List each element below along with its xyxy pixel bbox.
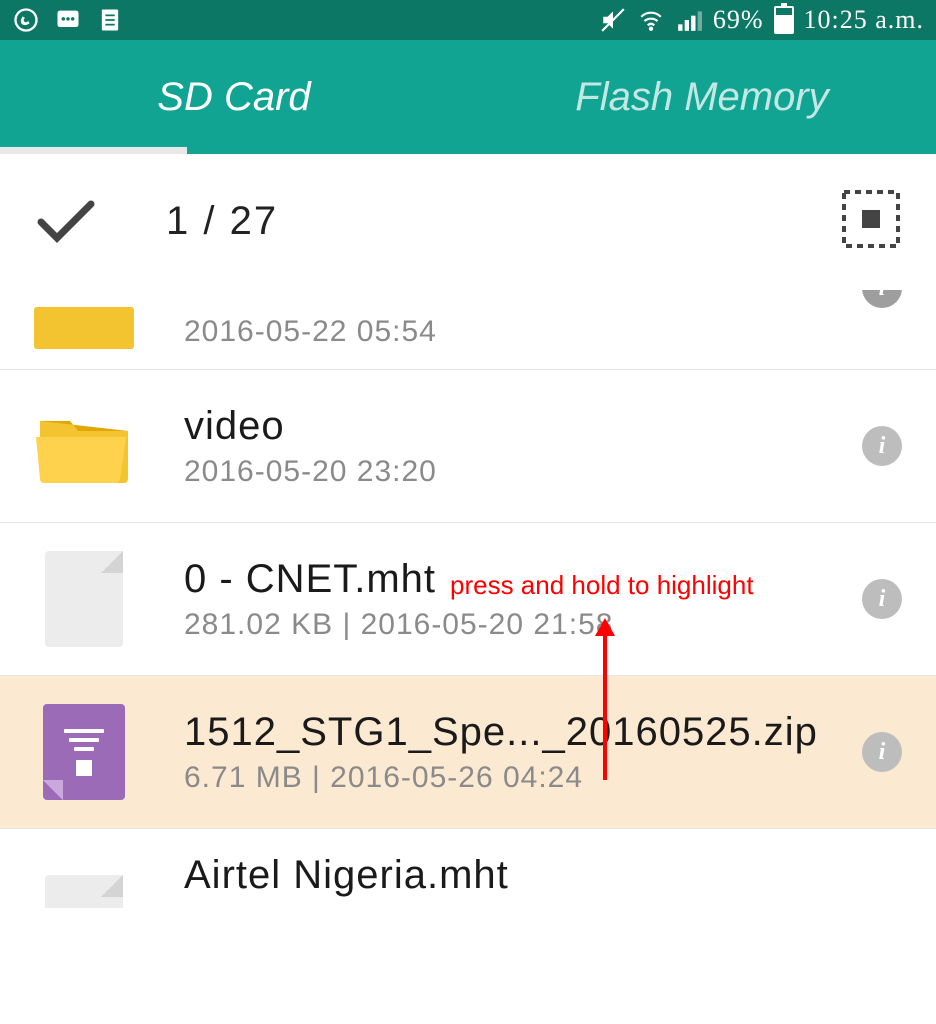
list-item[interactable]: Airtel Nigeria.mht	[0, 828, 936, 908]
whatsapp-icon	[12, 6, 40, 34]
list-item[interactable]: video 2016-05-20 23:20 i	[0, 369, 936, 522]
selection-count: 1 / 27	[166, 199, 278, 244]
document-icon	[34, 549, 134, 649]
file-name: Airtel Nigeria.mht	[184, 853, 902, 898]
battery-icon	[774, 6, 794, 34]
status-time: 10:25 a.m.	[804, 5, 925, 35]
storage-tabs: SD Card Flash Memory	[0, 40, 936, 154]
file-meta: 2016-05-22 05:54	[184, 315, 902, 349]
folder-icon	[34, 396, 134, 496]
select-all-button[interactable]	[840, 188, 902, 255]
bbm-icon	[54, 6, 82, 34]
signal-icon	[675, 6, 703, 34]
list-item[interactable]: 2016-05-22 05:54	[0, 289, 936, 369]
archive-icon	[34, 702, 134, 802]
file-name: video	[184, 404, 862, 449]
annotation-arrow	[585, 610, 625, 790]
mute-icon	[599, 6, 627, 34]
list-item[interactable]: 1512_STG1_Spe..._20160525.zip 6.71 MB | …	[0, 675, 936, 828]
wifi-icon	[637, 6, 665, 34]
selection-check-icon[interactable]	[34, 198, 98, 246]
status-left-icons	[12, 6, 124, 34]
file-meta: 2016-05-20 23:20	[184, 455, 862, 489]
tab-sd-card[interactable]: SD Card	[0, 40, 468, 154]
battery-percent: 69%	[713, 5, 764, 35]
folder-icon	[34, 307, 134, 349]
selection-header: 1 / 27	[0, 154, 936, 289]
info-button[interactable]: i	[862, 579, 902, 619]
notes-icon	[96, 6, 124, 34]
file-meta: 6.71 MB | 2016-05-26 04:24	[184, 761, 862, 795]
annotation-text: press and hold to highlight	[450, 570, 754, 601]
file-meta: 281.02 KB | 2016-05-20 21:58	[184, 608, 862, 642]
file-name: 1512_STG1_Spe..._20160525.zip	[184, 710, 862, 755]
tab-flash-memory[interactable]: Flash Memory	[468, 40, 936, 154]
document-icon	[34, 855, 134, 908]
info-button[interactable]: i	[862, 732, 902, 772]
status-right: 69% 10:25 a.m.	[599, 5, 924, 35]
info-button[interactable]: i	[862, 426, 902, 466]
status-bar: 69% 10:25 a.m.	[0, 0, 936, 40]
